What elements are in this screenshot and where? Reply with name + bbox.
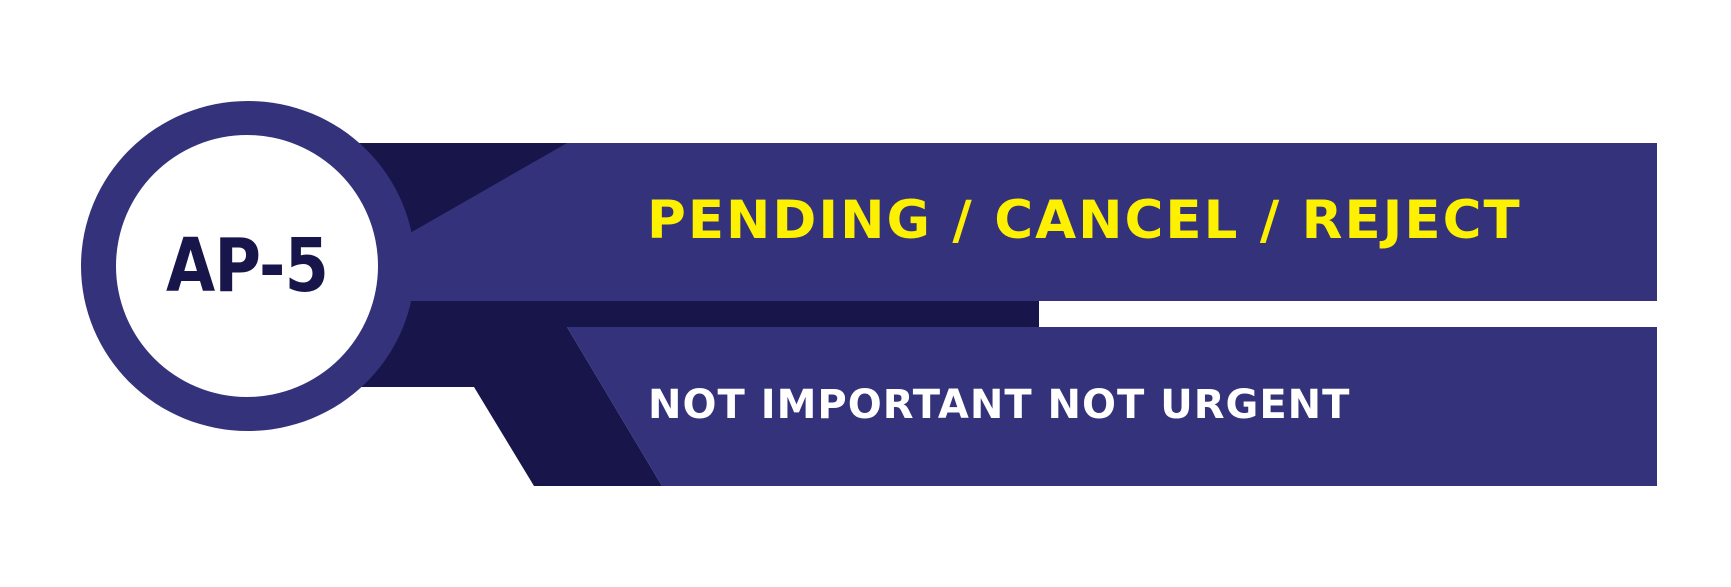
ap-5-banner: AP-5 PENDING / CANCEL / REJECT NOT IMPOR… bbox=[0, 0, 1731, 587]
badge-code: AP-5 bbox=[165, 223, 329, 309]
priority-label: NOT IMPORTANT NOT URGENT bbox=[648, 382, 1351, 428]
status-label: PENDING / CANCEL / REJECT bbox=[647, 190, 1522, 251]
